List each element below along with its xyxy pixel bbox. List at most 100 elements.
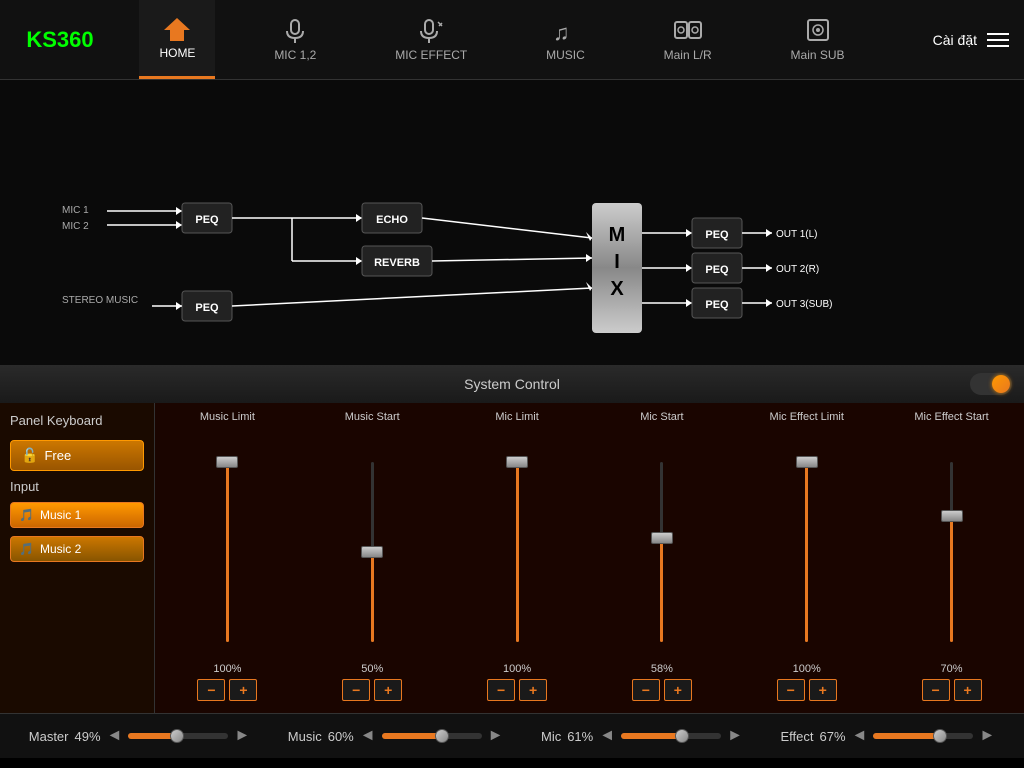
- slider-minus-mic_limit[interactable]: −: [487, 679, 515, 701]
- svg-text:MIC 2: MIC 2: [62, 221, 89, 232]
- bottom-slider-music[interactable]: [382, 733, 482, 739]
- slider-pct-mic_start: 58%: [651, 663, 673, 675]
- svg-text:PEQ: PEQ: [705, 229, 729, 241]
- music2-label: Music 2: [40, 542, 81, 556]
- slider-minus-mic_effect_limit[interactable]: −: [777, 679, 805, 701]
- system-section: System Control Panel Keyboard 🔓 Free Inp…: [0, 365, 1024, 713]
- slider-thumb-music_limit[interactable]: [216, 456, 238, 468]
- slider-track-container-mic_effect_limit[interactable]: [797, 445, 817, 659]
- nav-item-music[interactable]: ♫ MUSIC: [526, 0, 605, 79]
- slider-thumb-mic_effect_limit[interactable]: [796, 456, 818, 468]
- bottom-slider-effect[interactable]: [873, 733, 973, 739]
- slider-minus-music_limit[interactable]: −: [197, 679, 225, 701]
- bottom-label-effect: Effect: [780, 729, 813, 744]
- input-music2-button[interactable]: 🎵 Music 2: [10, 536, 144, 562]
- app-logo: KS360: [0, 27, 120, 53]
- settings-area: Cài đặt: [884, 32, 1024, 48]
- bottom-slider-thumb-effect[interactable]: [933, 729, 947, 743]
- slider-minus-mic_effect_start[interactable]: −: [922, 679, 950, 701]
- bottom-slider-thumb-mic[interactable]: [675, 729, 689, 743]
- music1-label: Music 1: [40, 508, 81, 522]
- slider-thumb-mic_limit[interactable]: [506, 456, 528, 468]
- slider-col-music_start: Music Start 50% − +: [307, 411, 437, 701]
- slider-pct-music_start: 50%: [361, 663, 383, 675]
- slider-btns-mic_effect_limit: − +: [777, 679, 837, 701]
- slider-plus-mic_effect_start[interactable]: +: [954, 679, 982, 701]
- slider-col-mic_start: Mic Start 58% − +: [597, 411, 727, 701]
- system-header: System Control: [0, 365, 1024, 403]
- bottom-arrow-left-master[interactable]: ◄: [107, 727, 123, 745]
- slider-track-container-mic_start[interactable]: [652, 445, 672, 659]
- slider-title-mic_effect_start: Mic Effect Start: [914, 411, 988, 439]
- bottom-slider-thumb-music[interactable]: [435, 729, 449, 743]
- hamburger-menu[interactable]: [987, 33, 1009, 47]
- slider-thumb-music_start[interactable]: [361, 546, 383, 558]
- slider-plus-mic_start[interactable]: +: [664, 679, 692, 701]
- nav-item-miceffect[interactable]: MIC EFFECT: [375, 0, 487, 79]
- svg-text:PEQ: PEQ: [705, 299, 729, 311]
- bottom-slider-fill-mic: [621, 733, 682, 739]
- slider-pct-mic_effect_start: 70%: [941, 663, 963, 675]
- mainsub-icon: [803, 18, 833, 44]
- nav-item-home[interactable]: HOME: [139, 0, 215, 79]
- slider-track-mic_effect_limit: [805, 462, 808, 642]
- slider-plus-music_limit[interactable]: +: [229, 679, 257, 701]
- slider-minus-music_start[interactable]: −: [342, 679, 370, 701]
- bottom-slider-mic[interactable]: [621, 733, 721, 739]
- svg-text:ECHO: ECHO: [376, 214, 408, 226]
- svg-text:I: I: [614, 251, 620, 273]
- slider-plus-music_start[interactable]: +: [374, 679, 402, 701]
- bottom-slider-master[interactable]: [128, 733, 228, 739]
- slider-track-container-mic_effect_start[interactable]: [942, 445, 962, 659]
- slider-minus-mic_start[interactable]: −: [632, 679, 660, 701]
- slider-track-container-music_limit[interactable]: [217, 445, 237, 659]
- music-icon: ♫: [551, 18, 579, 44]
- bottom-arrow-left-music[interactable]: ◄: [360, 727, 376, 745]
- slider-track-container-mic_limit[interactable]: [507, 445, 527, 659]
- svg-text:♫: ♫: [553, 20, 570, 44]
- slider-fill-music_limit: [226, 462, 229, 642]
- panel-keyboard-title: Panel Keyboard: [10, 413, 144, 428]
- lock-icon: 🔓: [21, 447, 38, 464]
- slider-fill-mic_limit: [516, 462, 519, 642]
- svg-text:STEREO MUSIC: STEREO MUSIC: [62, 295, 138, 306]
- svg-text:MIC 1: MIC 1: [62, 205, 89, 216]
- bottom-arrow-right-master[interactable]: ►: [234, 727, 250, 745]
- slider-thumb-mic_start[interactable]: [651, 532, 673, 544]
- svg-text:OUT 3(SUB): OUT 3(SUB): [776, 299, 833, 310]
- bottom-label-master: Master: [29, 729, 69, 744]
- system-toggle-knob: [992, 375, 1010, 393]
- nav-item-mainlr[interactable]: Main L/R: [644, 0, 732, 79]
- slider-fill-mic_start: [660, 538, 663, 642]
- slider-pct-mic_limit: 100%: [503, 663, 531, 675]
- slider-fill-mic_effect_start: [950, 516, 953, 642]
- top-navigation: KS360 HOME MIC 1,2: [0, 0, 1024, 80]
- bottom-arrow-right-mic[interactable]: ►: [727, 727, 743, 745]
- slider-title-mic_effect_limit: Mic Effect Limit: [770, 411, 844, 439]
- svg-text:PEQ: PEQ: [195, 302, 219, 314]
- bottom-arrow-right-effect[interactable]: ►: [979, 727, 995, 745]
- slider-plus-mic_effect_limit[interactable]: +: [809, 679, 837, 701]
- slider-title-mic_start: Mic Start: [640, 411, 683, 439]
- slider-track-mic_effect_start: [950, 462, 953, 642]
- system-toggle[interactable]: [970, 373, 1012, 395]
- slider-plus-mic_limit[interactable]: +: [519, 679, 547, 701]
- free-button[interactable]: 🔓 Free: [10, 440, 144, 471]
- slider-thumb-mic_effect_start[interactable]: [941, 510, 963, 522]
- nav-item-mainsub[interactable]: Main SUB: [771, 0, 865, 79]
- free-label: Free: [44, 448, 71, 463]
- slider-track-container-music_start[interactable]: [362, 445, 382, 659]
- bottom-slider-thumb-master[interactable]: [170, 729, 184, 743]
- mic12-icon: [283, 18, 307, 44]
- slider-title-mic_limit: Mic Limit: [495, 411, 538, 439]
- nav-item-mic12[interactable]: MIC 1,2: [254, 0, 336, 79]
- input-music1-button[interactable]: 🎵 Music 1: [10, 502, 144, 528]
- svg-text:OUT 2(R): OUT 2(R): [776, 264, 819, 275]
- bottom-arrow-left-effect[interactable]: ◄: [852, 727, 868, 745]
- bottom-control-mic: Mic 61% ◄ ►: [541, 727, 743, 745]
- bottom-control-music: Music 60% ◄ ►: [288, 727, 504, 745]
- slider-btns-music_start: − +: [342, 679, 402, 701]
- slider-btns-mic_effect_start: − +: [922, 679, 982, 701]
- bottom-arrow-right-music[interactable]: ►: [488, 727, 504, 745]
- bottom-arrow-left-mic[interactable]: ◄: [599, 727, 615, 745]
